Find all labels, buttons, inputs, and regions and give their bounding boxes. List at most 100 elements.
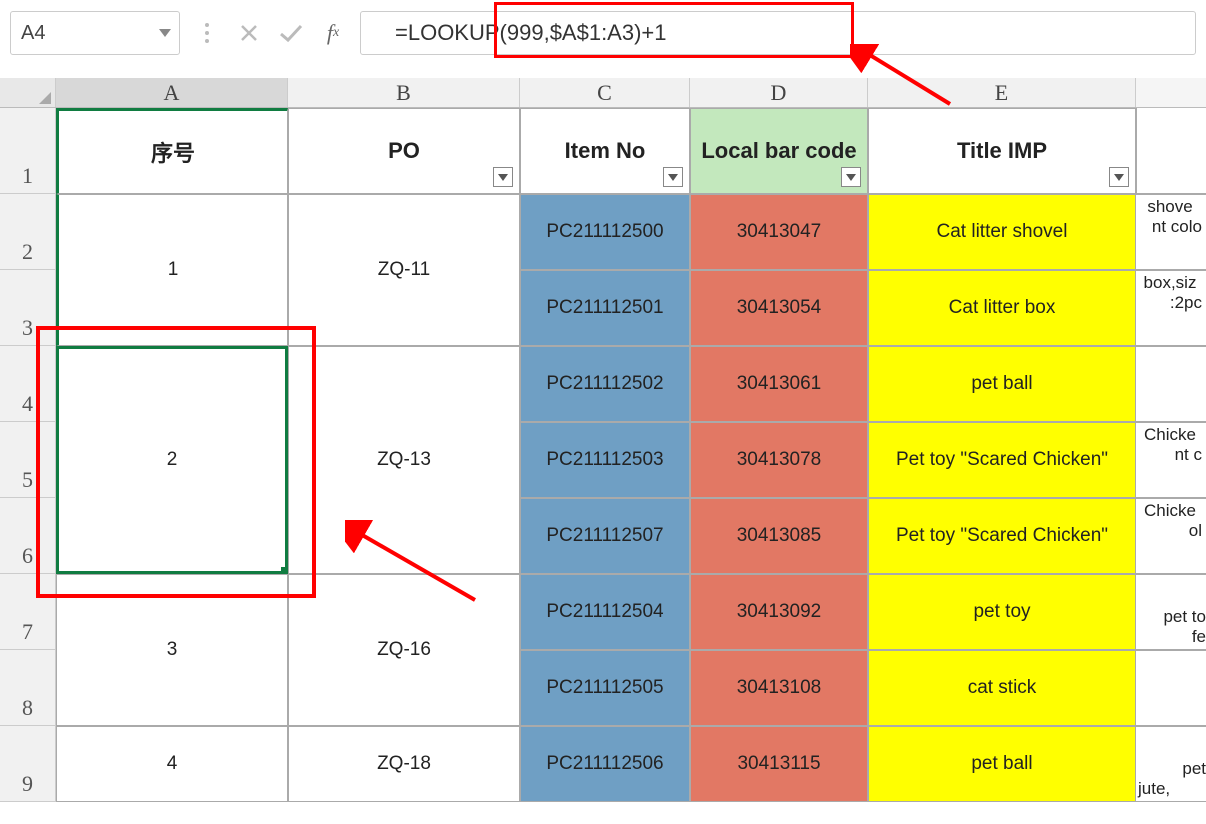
c3: PC211112501 xyxy=(546,297,663,319)
formula-toolbar: A4 fx =LOOKUP(999,$A$1:A3)+1 xyxy=(0,0,1206,66)
row-header-4[interactable]: 4 xyxy=(0,346,56,422)
d6: 30413085 xyxy=(737,525,822,547)
filter-icon[interactable] xyxy=(493,167,513,187)
cell-C5[interactable]: PC211112503 xyxy=(520,422,690,498)
cell-C6[interactable]: PC211112507 xyxy=(520,498,690,574)
cell-B9[interactable]: ZQ-18 xyxy=(288,726,520,802)
cell-E5[interactable]: Pet toy "Scared Chicken" xyxy=(868,422,1136,498)
cell-D3[interactable]: 30413054 xyxy=(690,270,868,346)
cell-E7[interactable]: pet toy xyxy=(868,574,1136,650)
cell-D4[interactable]: 30413061 xyxy=(690,346,868,422)
cancel-icon[interactable] xyxy=(234,18,264,48)
cell-E6[interactable]: Pet toy "Scared Chicken" xyxy=(868,498,1136,574)
cell-E4[interactable]: pet ball xyxy=(868,346,1136,422)
filter-icon[interactable] xyxy=(841,167,861,187)
name-box[interactable]: A4 xyxy=(10,11,180,55)
filter-icon[interactable] xyxy=(663,167,683,187)
cell-F7[interactable]: pet to fe xyxy=(1136,574,1206,650)
cell-C1[interactable]: Item No xyxy=(520,108,690,194)
cell-A4-A6[interactable]: 2 xyxy=(56,346,288,574)
name-box-value: A4 xyxy=(21,22,45,45)
cell-A9[interactable]: 4 xyxy=(56,726,288,802)
val-A46: 2 xyxy=(167,449,178,471)
cell-F4[interactable] xyxy=(1136,346,1206,422)
col-header-B[interactable]: B xyxy=(288,78,520,107)
row-header-9[interactable]: 9 xyxy=(0,726,56,802)
f5b: nt c xyxy=(1175,445,1202,465)
f9a: pet xyxy=(1182,759,1206,779)
row-header-2[interactable]: 2 xyxy=(0,194,56,270)
accept-icon[interactable] xyxy=(276,18,306,48)
fx-icon[interactable]: fx xyxy=(318,18,348,48)
d2: 30413047 xyxy=(737,221,822,243)
dropdown-icon[interactable] xyxy=(159,29,171,37)
d3: 30413054 xyxy=(737,297,822,319)
cell-F5[interactable]: Chicke nt c xyxy=(1136,422,1206,498)
cell-D6[interactable]: 30413085 xyxy=(690,498,868,574)
row-header-3[interactable]: 3 xyxy=(0,270,56,346)
cell-D9[interactable]: 30413115 xyxy=(690,726,868,802)
cell-D7[interactable]: 30413092 xyxy=(690,574,868,650)
f3b: :2pc xyxy=(1170,293,1202,313)
c7: PC211112504 xyxy=(546,601,663,623)
cell-D2[interactable]: 30413047 xyxy=(690,194,868,270)
cell-C2[interactable]: PC211112500 xyxy=(520,194,690,270)
col-header-A[interactable]: A xyxy=(56,78,288,107)
cell-B4-B6[interactable]: ZQ-13 xyxy=(288,346,520,574)
cell-F6[interactable]: Chicke ol xyxy=(1136,498,1206,574)
cell-E1[interactable]: Title IMP xyxy=(868,108,1136,194)
cell-F8[interactable] xyxy=(1136,650,1206,726)
formula-bar[interactable]: =LOOKUP(999,$A$1:A3)+1 xyxy=(360,11,1196,55)
e2: Cat litter shovel xyxy=(937,221,1068,243)
cell-F9[interactable]: pet jute, xyxy=(1136,726,1206,802)
cell-F2[interactable]: shove nt colo xyxy=(1136,194,1206,270)
col-header-C[interactable]: C xyxy=(520,78,690,107)
header-C-label: Item No xyxy=(565,138,646,164)
cell-D5[interactable]: 30413078 xyxy=(690,422,868,498)
cell-A1[interactable]: 序号 xyxy=(56,108,288,194)
cell-A2-A3[interactable]: 1 xyxy=(56,194,288,346)
filter-icon[interactable] xyxy=(1109,167,1129,187)
c2: PC211112500 xyxy=(546,221,663,243)
val-B23: ZQ-11 xyxy=(378,259,430,281)
d8: 30413108 xyxy=(737,677,822,699)
cell-C4[interactable]: PC211112502 xyxy=(520,346,690,422)
row-header-7[interactable]: 7 xyxy=(0,574,56,650)
cell-area: 序号 PO Item No Local bar code Title IMP 1… xyxy=(56,108,1206,824)
val-B46: ZQ-13 xyxy=(377,449,431,471)
col-header-E[interactable]: E xyxy=(868,78,1136,107)
val-A9: 4 xyxy=(167,753,178,775)
cell-F3[interactable]: box,siz :2pc xyxy=(1136,270,1206,346)
f3a: box,siz xyxy=(1144,273,1197,293)
row-header-5[interactable]: 5 xyxy=(0,422,56,498)
f6a: Chicke xyxy=(1144,501,1196,521)
column-headers: A B C D E xyxy=(0,78,1206,108)
cell-C3[interactable]: PC211112501 xyxy=(520,270,690,346)
cell-E3[interactable]: Cat litter box xyxy=(868,270,1136,346)
c8: PC211112505 xyxy=(546,677,663,699)
cell-E2[interactable]: Cat litter shovel xyxy=(868,194,1136,270)
e4: pet ball xyxy=(971,373,1032,395)
c4: PC211112502 xyxy=(546,373,663,395)
formula-text: =LOOKUP(999,$A$1:A3)+1 xyxy=(395,20,667,46)
row-header-1[interactable]: 1 xyxy=(0,108,56,194)
e5: Pet toy "Scared Chicken" xyxy=(896,449,1108,471)
cell-C8[interactable]: PC211112505 xyxy=(520,650,690,726)
cell-F1[interactable] xyxy=(1136,108,1206,194)
val-B78: ZQ-16 xyxy=(377,639,431,661)
cell-C7[interactable]: PC211112504 xyxy=(520,574,690,650)
cell-D8[interactable]: 30413108 xyxy=(690,650,868,726)
col-header-D[interactable]: D xyxy=(690,78,868,107)
more-icon[interactable] xyxy=(192,18,222,48)
cell-E9[interactable]: pet ball xyxy=(868,726,1136,802)
cell-B7-B8[interactable]: ZQ-16 xyxy=(288,574,520,726)
row-header-8[interactable]: 8 xyxy=(0,650,56,726)
select-all-corner[interactable] xyxy=(0,78,56,107)
cell-E8[interactable]: cat stick xyxy=(868,650,1136,726)
cell-C9[interactable]: PC211112506 xyxy=(520,726,690,802)
row-header-6[interactable]: 6 xyxy=(0,498,56,574)
cell-D1[interactable]: Local bar code xyxy=(690,108,868,194)
cell-B2-B3[interactable]: ZQ-11 xyxy=(288,194,520,346)
cell-B1[interactable]: PO xyxy=(288,108,520,194)
cell-A7-A8[interactable]: 3 xyxy=(56,574,288,726)
